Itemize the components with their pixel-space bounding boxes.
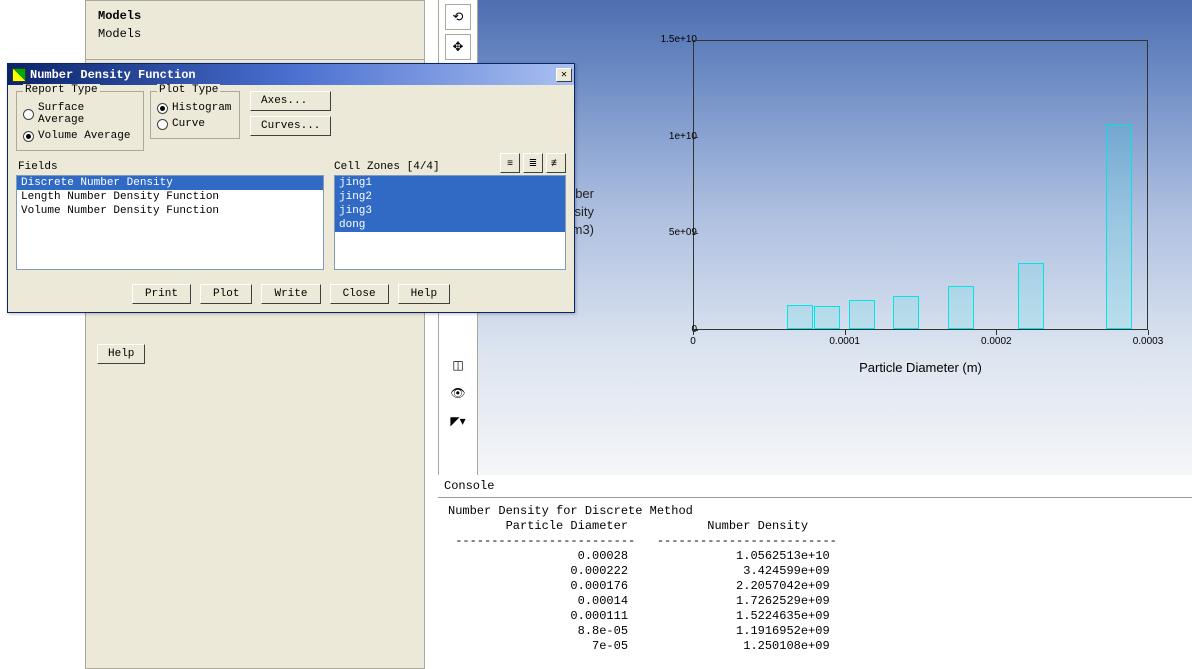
chart-ytick: 1.5e+10	[661, 34, 697, 45]
radio-histogram[interactable]: Histogram	[157, 100, 233, 116]
list-item[interactable]: Volume Number Density Function	[17, 204, 323, 218]
dialog-icon	[12, 68, 26, 82]
console-output[interactable]: Number Density for Discrete Method Parti…	[438, 498, 1192, 660]
cell-zones-listbox[interactable]: jing1jing2jing3dong	[334, 175, 566, 270]
chart-xtick: 0.0001	[829, 336, 860, 347]
radio-curve[interactable]: Curve	[157, 116, 233, 132]
list-item[interactable]: Length Number Density Function	[17, 190, 323, 204]
fields-listbox[interactable]: Discrete Number DensityLength Number Den…	[16, 175, 324, 270]
number-density-dialog: Number Density Function ✕ Report Type Su…	[7, 63, 575, 313]
help-button[interactable]: Help	[97, 344, 145, 364]
report-type-group: Report Type Surface Average Volume Avera…	[16, 91, 144, 151]
dialog-title: Number Density Function	[30, 68, 196, 82]
zones-select-some-icon[interactable]: ≣	[523, 153, 543, 173]
cell-zones-label: Cell Zones [4/4]	[334, 161, 440, 173]
plot-button[interactable]: Plot	[200, 284, 252, 304]
list-item[interactable]: dong	[335, 218, 565, 232]
zones-deselect-icon[interactable]: ≢	[546, 153, 566, 173]
chart-xtick: 0.0003	[1133, 336, 1164, 347]
report-type-legend: Report Type	[23, 84, 100, 96]
console: Console Number Density for Discrete Meth…	[438, 475, 1192, 669]
curves-button[interactable]: Curves...	[250, 116, 331, 136]
refresh-icon[interactable]: ⟲	[445, 4, 471, 30]
models-panel: Models Models	[85, 0, 425, 60]
fields-label: Fields	[18, 161, 324, 173]
chart-bar	[849, 300, 875, 329]
write-button[interactable]: Write	[261, 284, 320, 304]
chart: 05e+091e+101.5e+1000.00010.00020.0003 Pa…	[638, 40, 1158, 370]
print-button[interactable]: Print	[132, 284, 191, 304]
chart-bar	[948, 286, 974, 329]
chart-xtick: 0	[690, 336, 696, 347]
chart-bar	[1018, 263, 1044, 329]
radio-surface-average[interactable]: Surface Average	[23, 100, 137, 128]
models-subtitle: Models	[86, 27, 424, 41]
close-icon[interactable]: ✕	[556, 68, 572, 82]
chart-bar	[814, 306, 840, 329]
box-icon[interactable]: ◫	[447, 354, 469, 376]
list-item[interactable]: jing3	[335, 204, 565, 218]
console-label: Console	[438, 475, 1192, 498]
chart-plot-area	[693, 40, 1148, 330]
plot-type-legend: Plot Type	[157, 84, 220, 96]
eye-icon[interactable]: 👁	[447, 382, 469, 404]
axes-button[interactable]: Axes...	[250, 91, 331, 111]
dialog-help-button[interactable]: Help	[398, 284, 450, 304]
chart-bar	[787, 305, 813, 329]
zones-select-all-icon[interactable]: ≡	[500, 153, 520, 173]
list-item[interactable]: Discrete Number Density	[17, 176, 323, 190]
dialog-titlebar[interactable]: Number Density Function ✕	[8, 64, 574, 85]
radio-volume-average[interactable]: Volume Average	[23, 128, 137, 144]
chart-xlabel: Particle Diameter (m)	[693, 360, 1148, 375]
list-item[interactable]: jing1	[335, 176, 565, 190]
models-title: Models	[86, 1, 424, 27]
chart-bar	[1106, 125, 1132, 329]
flag-icon[interactable]: ◤▾	[447, 410, 469, 432]
plot-type-group: Plot Type Histogram Curve	[150, 91, 240, 139]
chart-bar	[893, 296, 919, 329]
close-button[interactable]: Close	[330, 284, 389, 304]
list-item[interactable]: jing2	[335, 190, 565, 204]
chart-xtick: 0.0002	[981, 336, 1012, 347]
move-icon[interactable]: ✥	[445, 34, 471, 60]
